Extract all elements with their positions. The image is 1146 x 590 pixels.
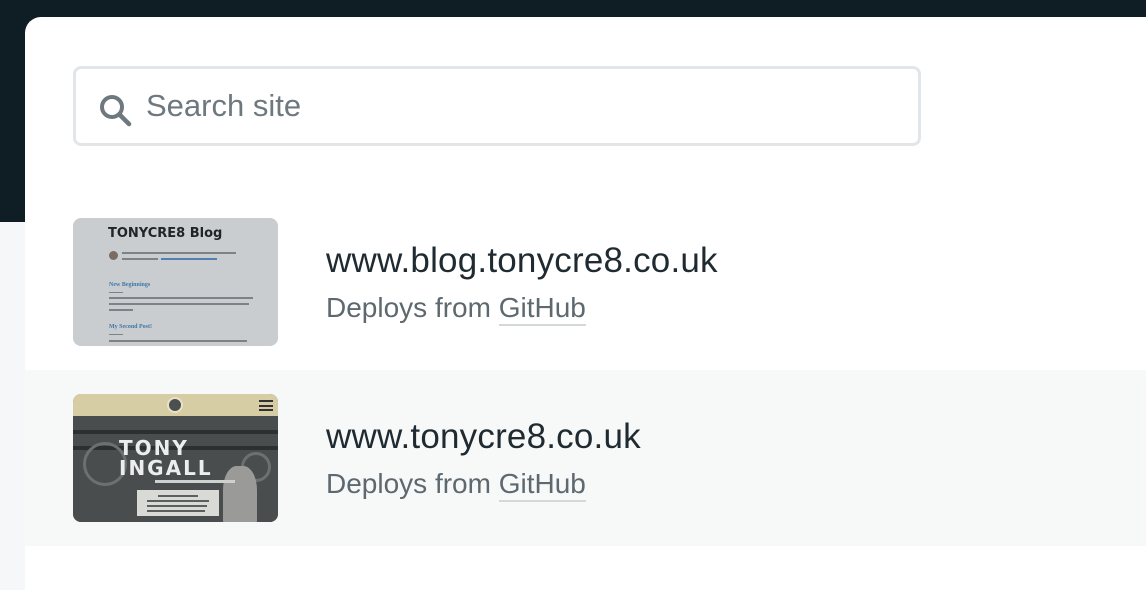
thumbnail-post-title: New Beginnings <box>109 282 151 288</box>
thumbnail-logo <box>167 397 183 413</box>
search-box[interactable] <box>73 66 921 146</box>
thumbnail-avatar <box>109 251 118 260</box>
thumbnail-figure <box>223 466 257 522</box>
search-icon <box>100 95 132 127</box>
deploy-prefix: Deploys from <box>326 292 491 323</box>
deploy-source-line: Deploys from GitHub <box>326 468 586 502</box>
thumbnail-heading-line-2: INGALL <box>119 456 213 480</box>
hamburger-menu-icon <box>259 400 273 411</box>
search-input[interactable] <box>146 79 904 133</box>
site-thumbnail[interactable]: TONY INGALL <box>73 394 278 522</box>
thumbnail-blog-title: TONYCRE8 Blog <box>108 226 223 241</box>
site-list-item[interactable]: TONY INGALL www.tonycre8.co.uk Deploys f… <box>25 370 1146 546</box>
github-link[interactable]: GitHub <box>498 292 586 326</box>
site-name[interactable]: www.tonycre8.co.uk <box>326 417 641 457</box>
deploy-prefix: Deploys from <box>326 468 491 499</box>
site-name[interactable]: www.blog.tonycre8.co.uk <box>326 241 718 281</box>
thumbnail-post-title: My Second Post! <box>109 324 152 330</box>
github-link[interactable]: GitHub <box>498 468 586 502</box>
site-list-item[interactable]: TONYCRE8 Blog New Beginnings My Second P… <box>25 194 1146 370</box>
site-thumbnail[interactable]: TONYCRE8 Blog New Beginnings My Second P… <box>73 218 278 346</box>
deploy-source-line: Deploys from GitHub <box>326 292 586 326</box>
thumbnail-notice-box <box>137 490 219 516</box>
